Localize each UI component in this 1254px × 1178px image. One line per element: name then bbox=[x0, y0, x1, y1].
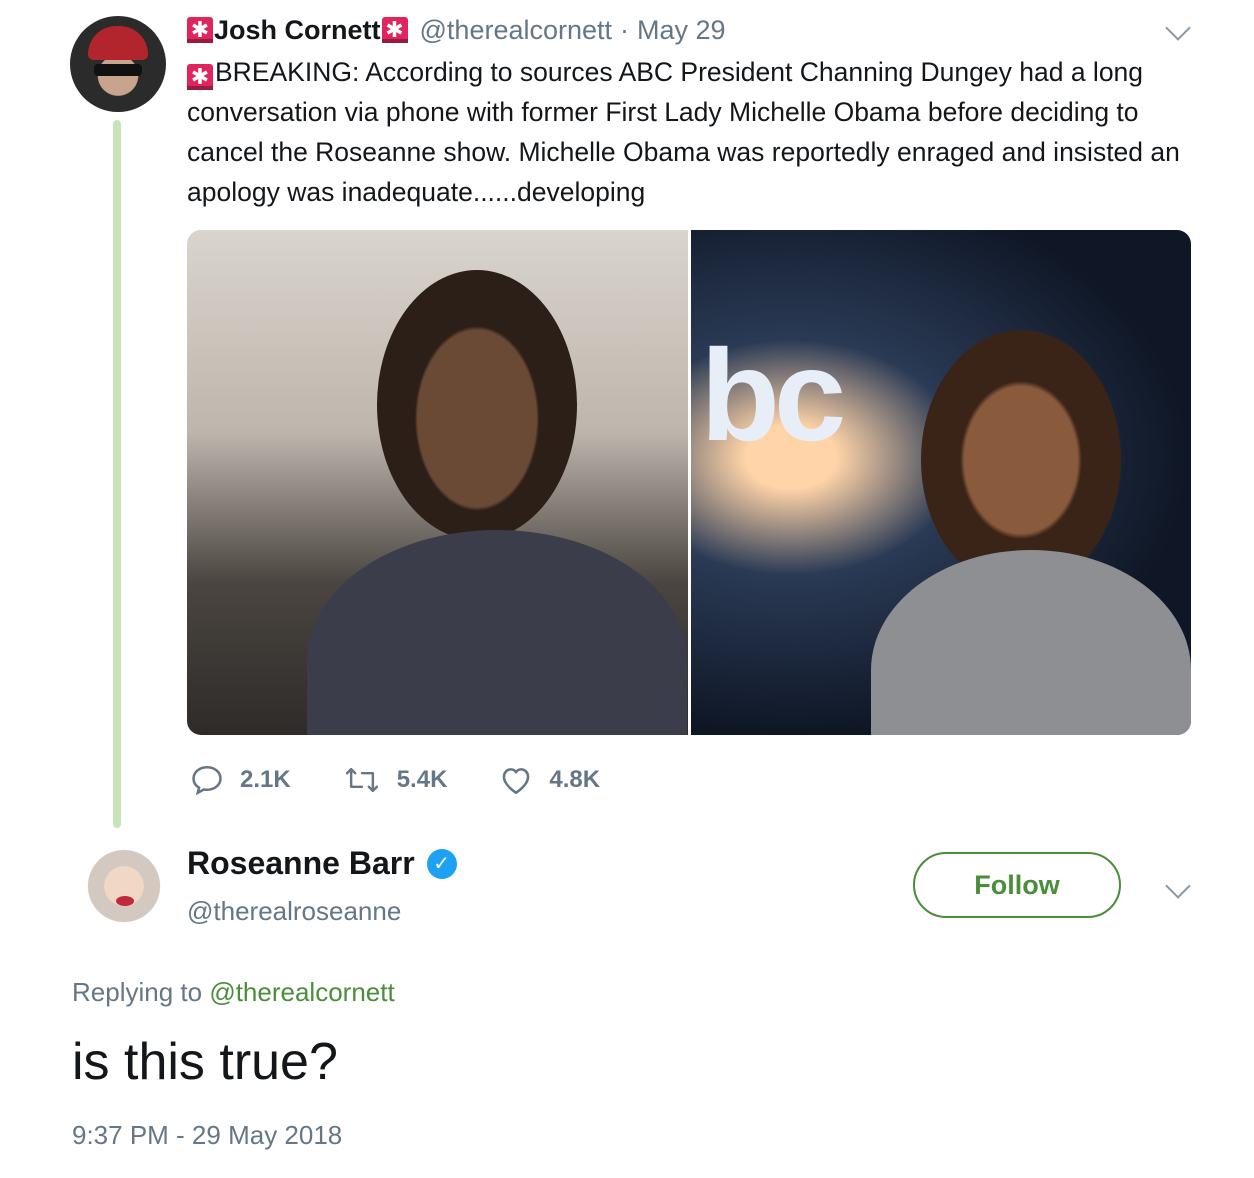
photo-figure-body bbox=[870, 550, 1191, 735]
replying-prefix: Replying to bbox=[72, 977, 203, 1007]
siren-icon: ✱ bbox=[187, 17, 213, 43]
avatar-cap bbox=[88, 26, 148, 60]
tweet-menu-button[interactable] bbox=[1165, 15, 1191, 41]
like-action[interactable]: 4.8K bbox=[499, 763, 600, 797]
tweet-media[interactable]: bc bbox=[187, 230, 1191, 735]
header-separator: · bbox=[620, 14, 630, 45]
chevron-down-icon bbox=[1165, 873, 1191, 899]
tweet-date[interactable]: May 29 bbox=[637, 15, 726, 46]
author-name[interactable]: Josh Cornett bbox=[214, 15, 381, 46]
tweet-text: ✱ BREAKING: According to sources ABC Pres… bbox=[187, 52, 1187, 212]
siren-icon: ✱ bbox=[381, 17, 408, 43]
reply-author-handle[interactable]: @therealroseanne bbox=[187, 896, 401, 927]
verified-icon: ✓ bbox=[426, 848, 457, 879]
photo-figure-body bbox=[307, 530, 687, 735]
siren-icon: ✱ bbox=[187, 64, 213, 90]
author-handle[interactable]: @therealcornett bbox=[420, 15, 613, 46]
thread-line bbox=[113, 120, 121, 828]
retweet-icon bbox=[345, 767, 378, 793]
reply-timestamp[interactable]: 9:37 PM - 29 May 2018 bbox=[72, 1120, 342, 1151]
photo-right[interactable]: bc bbox=[690, 230, 1191, 735]
reply-text: is this true? bbox=[72, 1033, 338, 1091]
reply-icon bbox=[192, 765, 222, 796]
photo-figure bbox=[377, 270, 577, 540]
abc-logo: bc bbox=[700, 322, 847, 468]
reply-author-avatar[interactable] bbox=[78, 840, 170, 932]
avatar-glasses bbox=[94, 64, 142, 76]
like-icon bbox=[503, 768, 530, 795]
reply-count: 2.1K bbox=[240, 766, 291, 793]
retweet-count: 5.4K bbox=[396, 766, 448, 793]
reply-menu-button[interactable] bbox=[1165, 873, 1191, 899]
author-avatar[interactable] bbox=[70, 16, 166, 112]
reply-author-name[interactable]: Roseanne Barr bbox=[187, 845, 415, 882]
reply-author: Roseanne Barr ✓ bbox=[187, 845, 457, 882]
tweet-body: BREAKING: According to sources ABC Presi… bbox=[187, 57, 1180, 207]
like-count: 4.8K bbox=[549, 766, 601, 793]
photo-left[interactable] bbox=[187, 230, 688, 735]
tweet-actions: 2.1K 5.4K 4.8K bbox=[190, 760, 652, 800]
tweet-header: ✱ Josh Cornett ✱ @therealcornett · May 2… bbox=[187, 12, 726, 48]
replying-handle-link[interactable]: @therealcornett bbox=[209, 977, 394, 1007]
reply-action[interactable]: 2.1K bbox=[190, 763, 291, 797]
replying-to: Replying to @therealcornett bbox=[72, 977, 395, 1008]
follow-button[interactable]: Follow bbox=[913, 852, 1121, 918]
avatar-lips bbox=[116, 896, 134, 906]
chevron-down-icon bbox=[1165, 15, 1191, 41]
retweet-action[interactable]: 5.4K bbox=[343, 763, 448, 797]
